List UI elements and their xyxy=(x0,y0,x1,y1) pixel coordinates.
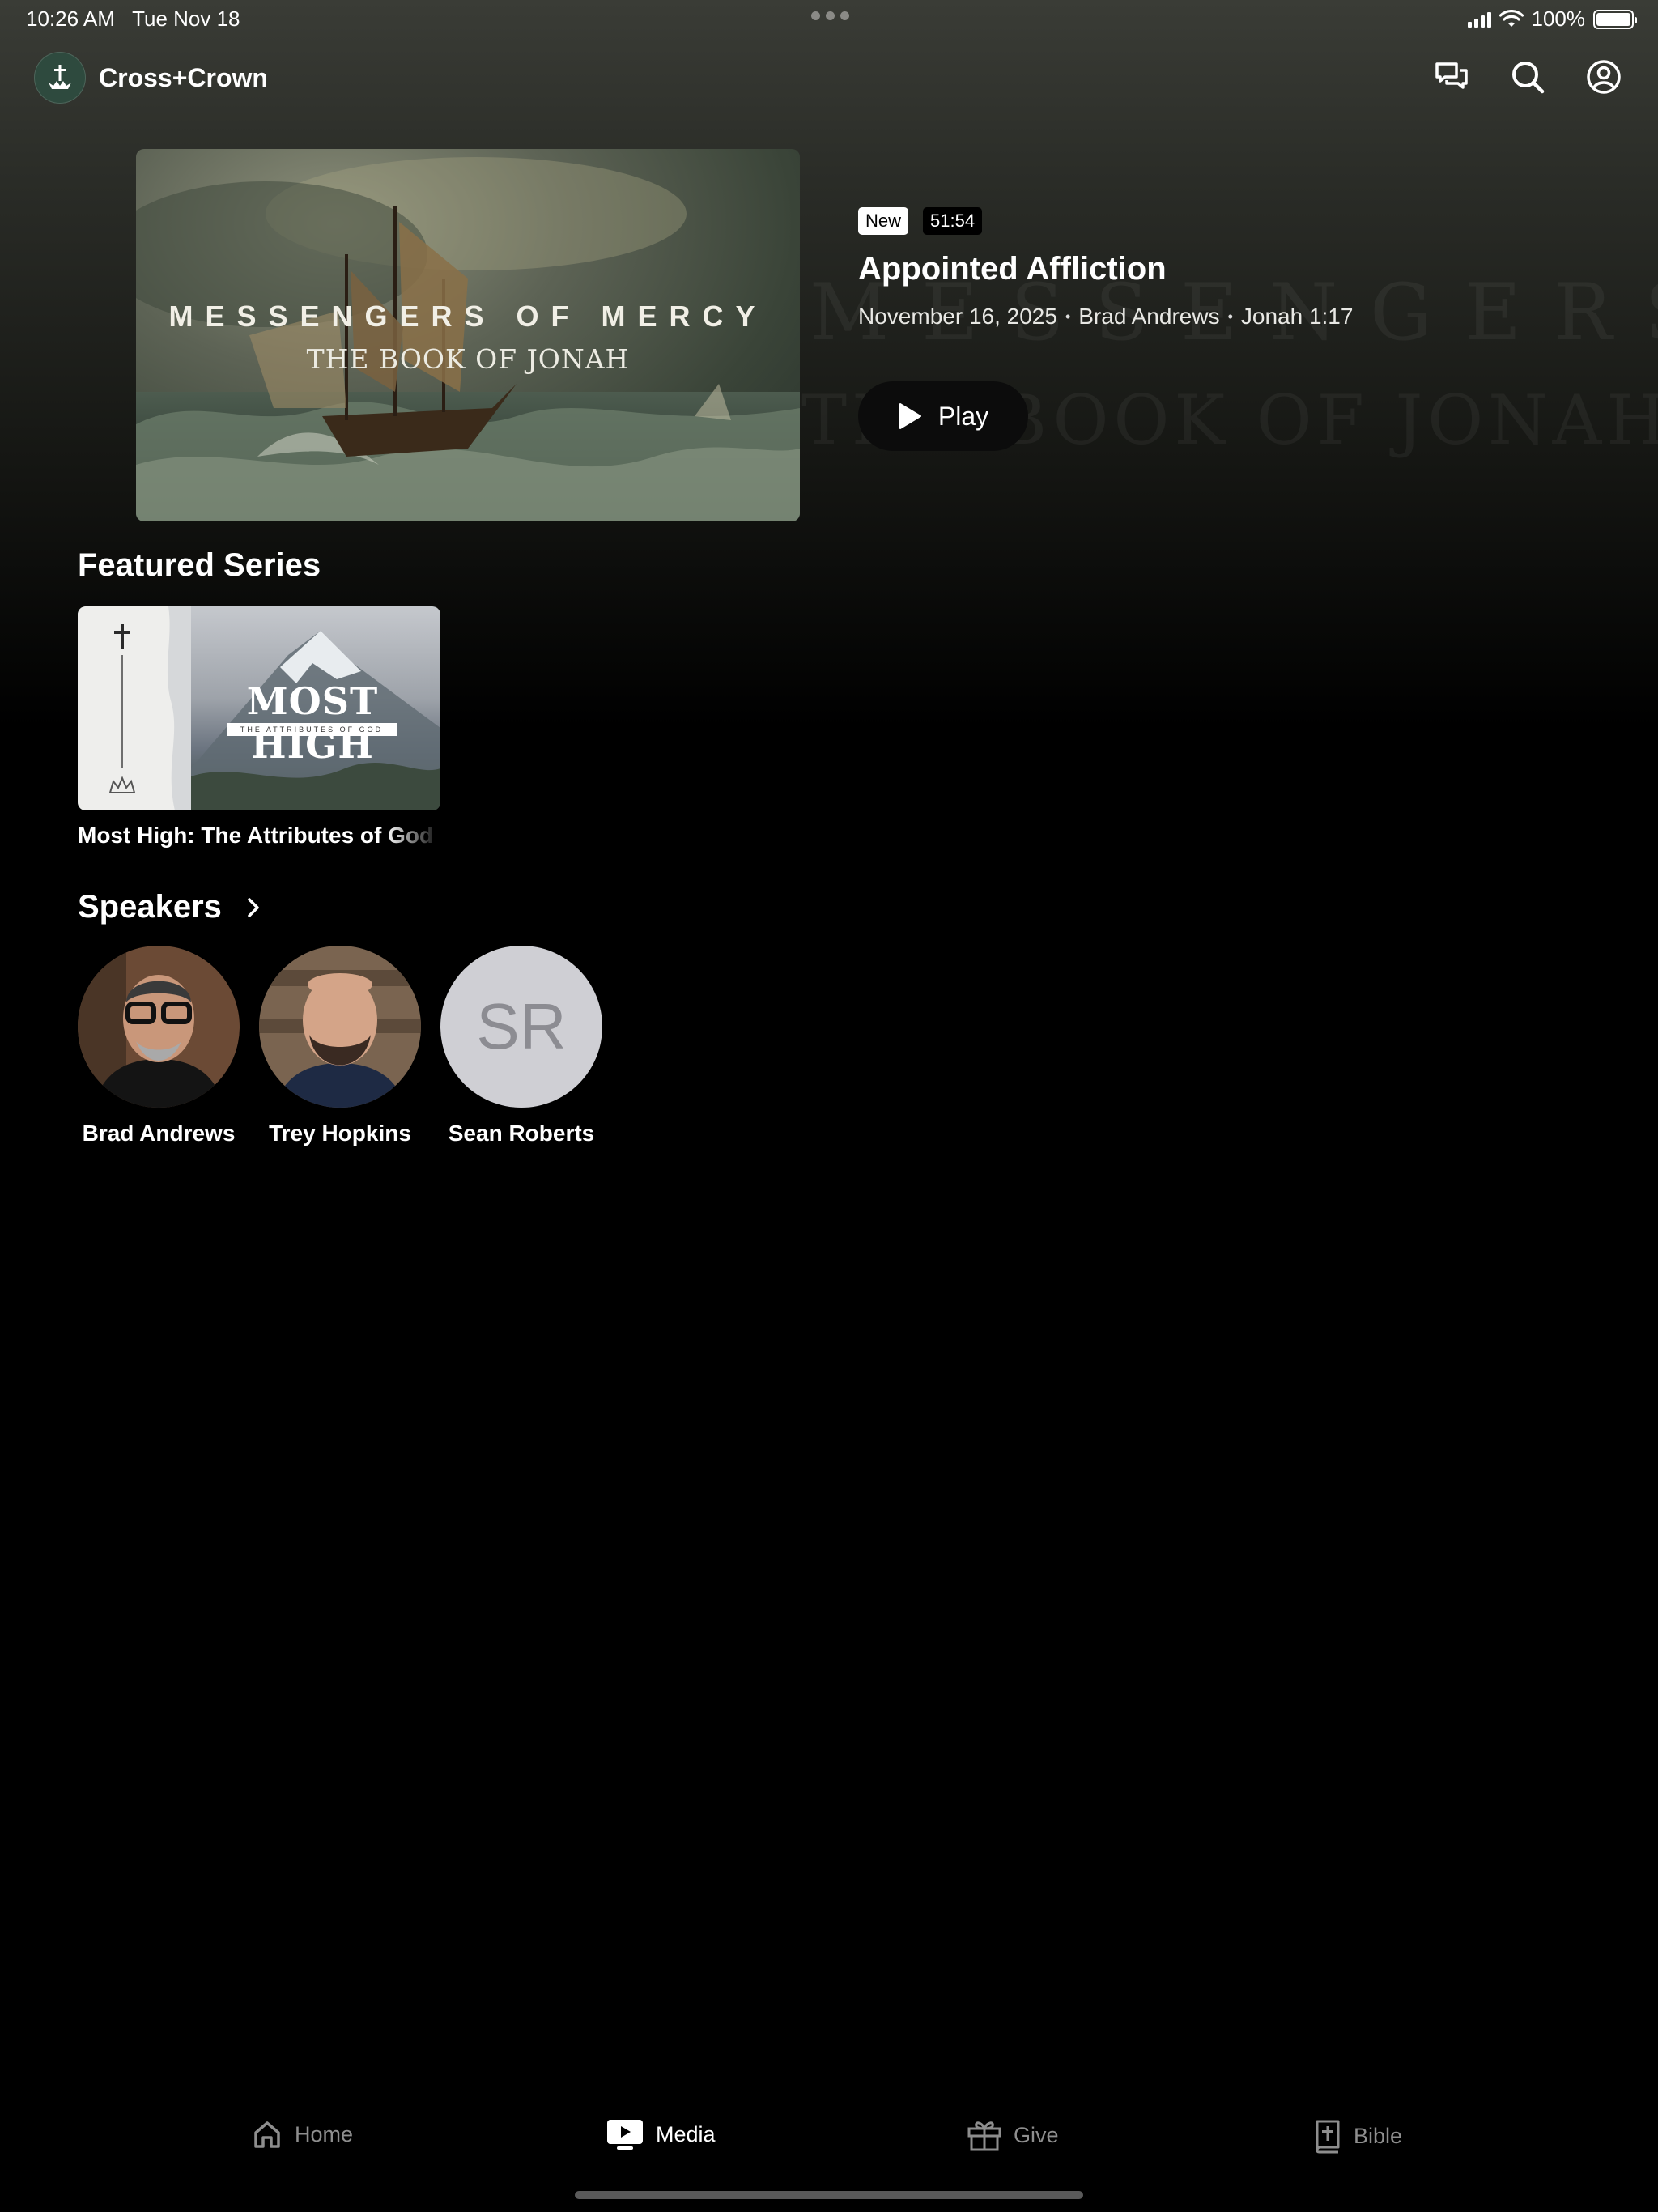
media-icon xyxy=(607,2120,643,2150)
play-button[interactable]: Play xyxy=(858,381,1028,451)
speakers-heading-label: Speakers xyxy=(78,889,222,925)
chevron-right-icon xyxy=(248,897,259,917)
status-date: Tue Nov 18 xyxy=(132,6,240,31)
thumbnail-series-subtitle: THE BOOK OF JONAH xyxy=(306,343,630,375)
duration-badge: 51:54 xyxy=(923,207,983,235)
speaker-item[interactable]: SR Sean Roberts xyxy=(440,946,602,1146)
search-icon[interactable] xyxy=(1507,57,1548,97)
chat-icon[interactable] xyxy=(1431,57,1472,97)
header-actions xyxy=(1431,57,1624,97)
tab-media-label: Media xyxy=(656,2121,716,2146)
brand[interactable]: Cross+Crown xyxy=(34,52,268,104)
tab-give[interactable]: Give xyxy=(967,2118,1059,2152)
home-icon xyxy=(254,2121,280,2148)
sermon-speaker[interactable]: Brad Andrews xyxy=(1078,304,1219,330)
thumbnail-series-title: MESSENGERS OF MERCY xyxy=(168,300,767,333)
sermon-date: November 16, 2025 xyxy=(858,304,1057,329)
cellular-signal-icon xyxy=(1467,11,1491,28)
speaker-photo xyxy=(78,946,240,1108)
speaker-item[interactable]: Trey Hopkins xyxy=(259,946,421,1146)
hero-info: New 51:54 Appointed Affliction November … xyxy=(858,207,1353,451)
tab-home-label: Home xyxy=(295,2121,354,2146)
featured-series-heading: Featured Series xyxy=(78,547,321,583)
tab-bible-label: Bible xyxy=(1354,2123,1403,2148)
series-card[interactable]: MOST HIGH THE ATTRIBUTES OF GOD xyxy=(78,606,440,810)
tab-give-label: Give xyxy=(1014,2122,1059,2147)
app-name: Cross+Crown xyxy=(99,62,268,92)
status-time-date: 10:26 AM Tue Nov 18 xyxy=(26,6,240,32)
tab-bible[interactable]: Bible xyxy=(1313,2118,1402,2154)
status-bar: 10:26 AM Tue Nov 18 100% xyxy=(0,0,1658,39)
gift-icon xyxy=(967,2121,1001,2151)
separator-dot: • xyxy=(1065,308,1071,325)
status-time: 10:26 AM xyxy=(26,6,115,31)
speaker-name: Sean Roberts xyxy=(448,1121,595,1146)
speaker-name: Brad Andrews xyxy=(82,1121,236,1146)
hero-badges: New 51:54 xyxy=(858,207,1353,235)
sermon-passage: Jonah 1:17 xyxy=(1240,304,1354,329)
speakers-heading[interactable]: Speakers xyxy=(78,889,261,925)
series-art-strip xyxy=(78,606,191,810)
multitasking-dots[interactable] xyxy=(811,11,849,20)
speaker-initials-avatar: SR xyxy=(440,946,602,1108)
series-card-subtitle: THE ATTRIBUTES OF GOD xyxy=(227,723,397,736)
play-label: Play xyxy=(937,401,989,431)
sermon-title: Appointed Affliction xyxy=(858,251,1167,287)
tab-home[interactable]: Home xyxy=(251,2118,353,2150)
tab-media[interactable]: Media xyxy=(606,2118,716,2150)
status-indicators: 100% xyxy=(1467,6,1637,32)
hero-sermon-thumbnail[interactable]: MESSENGERS OF MERCY THE BOOK OF JONAH xyxy=(136,149,800,521)
bible-icon xyxy=(1316,2120,1340,2154)
speaker-item[interactable]: Brad Andrews xyxy=(78,946,240,1146)
speaker-name: Trey Hopkins xyxy=(269,1121,411,1146)
app-header: Cross+Crown xyxy=(34,52,1624,107)
new-badge: New xyxy=(858,207,909,235)
account-icon[interactable] xyxy=(1584,57,1624,97)
home-indicator[interactable] xyxy=(575,2191,1083,2199)
church-logo-icon xyxy=(34,52,86,104)
battery-percent: 100% xyxy=(1531,6,1586,31)
speakers-list: Brad Andrews Trey Hopkins SR Sean Robert… xyxy=(78,946,602,1146)
separator-dot: • xyxy=(1227,308,1233,325)
battery-icon xyxy=(1593,9,1637,29)
sermon-meta: November 16, 2025 • Brad Andrews • Jonah… xyxy=(858,304,1353,330)
play-icon xyxy=(899,403,921,429)
series-title[interactable]: Most High: The Attributes of God xyxy=(78,823,440,849)
ship-artwork xyxy=(136,157,800,521)
speaker-photo xyxy=(259,946,421,1108)
tab-bar: Home Media Give Bible xyxy=(0,2097,1658,2186)
wifi-icon xyxy=(1499,9,1524,27)
